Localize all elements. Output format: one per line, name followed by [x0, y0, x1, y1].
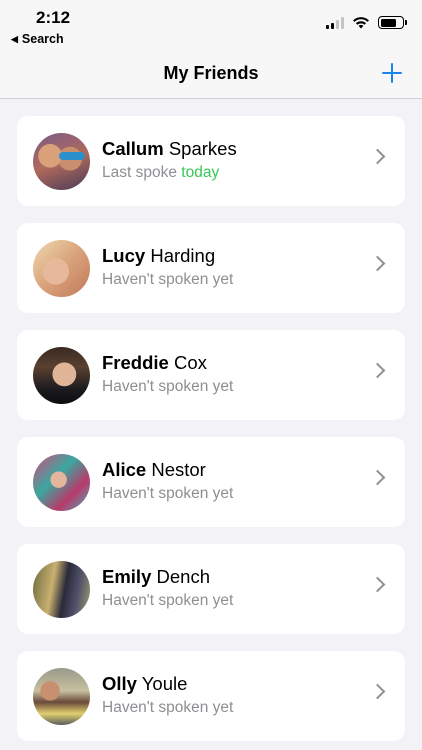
friend-name: Callum Sparkes: [102, 138, 237, 159]
back-arrow-icon: ◀: [11, 33, 18, 44]
status-time: 2:12: [36, 8, 71, 27]
chevron-right-icon: [369, 255, 386, 272]
back-to-search-link[interactable]: ◀ Search: [11, 32, 64, 46]
back-app-label: Search: [21, 32, 64, 46]
friend-row-callum[interactable]: Callum Sparkes Last spoke today: [17, 116, 405, 206]
friend-name: Emily Dench: [102, 566, 210, 587]
friend-name: Lucy Harding: [102, 245, 216, 266]
battery-icon: [378, 16, 407, 29]
friend-row-olly[interactable]: Olly Youle Haven't spoken yet: [17, 651, 405, 741]
page-title: My Friends: [163, 63, 259, 83]
avatar: [33, 668, 90, 725]
avatar: [33, 561, 90, 618]
friend-status: Last spoke today: [102, 164, 220, 181]
friend-name: Alice Nestor: [102, 459, 206, 480]
chevron-right-icon: [369, 469, 386, 486]
friend-name: Olly Youle: [102, 673, 188, 694]
friend-status: Haven't spoken yet: [102, 485, 234, 502]
navigation-bar: My Friends: [0, 52, 422, 99]
friend-row-lucy[interactable]: Lucy Harding Haven't spoken yet: [17, 223, 405, 313]
add-friend-button[interactable]: [380, 61, 404, 85]
friend-row-freddie[interactable]: Freddie Cox Haven't spoken yet: [17, 330, 405, 420]
chevron-right-icon: [369, 148, 386, 165]
friend-name: Freddie Cox: [102, 352, 207, 373]
friend-row-alice[interactable]: Alice Nestor Haven't spoken yet: [17, 437, 405, 527]
friend-status: Haven't spoken yet: [102, 271, 234, 288]
status-bar: 2:12 ◀ Search: [0, 0, 422, 52]
avatar: [33, 240, 90, 297]
avatar: [33, 347, 90, 404]
chevron-right-icon: [369, 576, 386, 593]
signal-icon: [326, 16, 344, 29]
wifi-icon: [353, 17, 369, 29]
friend-status: Haven't spoken yet: [102, 699, 234, 716]
chevron-right-icon: [369, 362, 386, 379]
chevron-right-icon: [369, 683, 386, 700]
avatar: [33, 133, 90, 190]
status-icons: [326, 16, 407, 29]
friend-status: Haven't spoken yet: [102, 378, 234, 395]
friends-list: Callum Sparkes Last spoke today Lucy Har…: [17, 116, 405, 750]
friend-status: Haven't spoken yet: [102, 592, 234, 609]
avatar: [33, 454, 90, 511]
friend-row-emily[interactable]: Emily Dench Haven't spoken yet: [17, 544, 405, 634]
